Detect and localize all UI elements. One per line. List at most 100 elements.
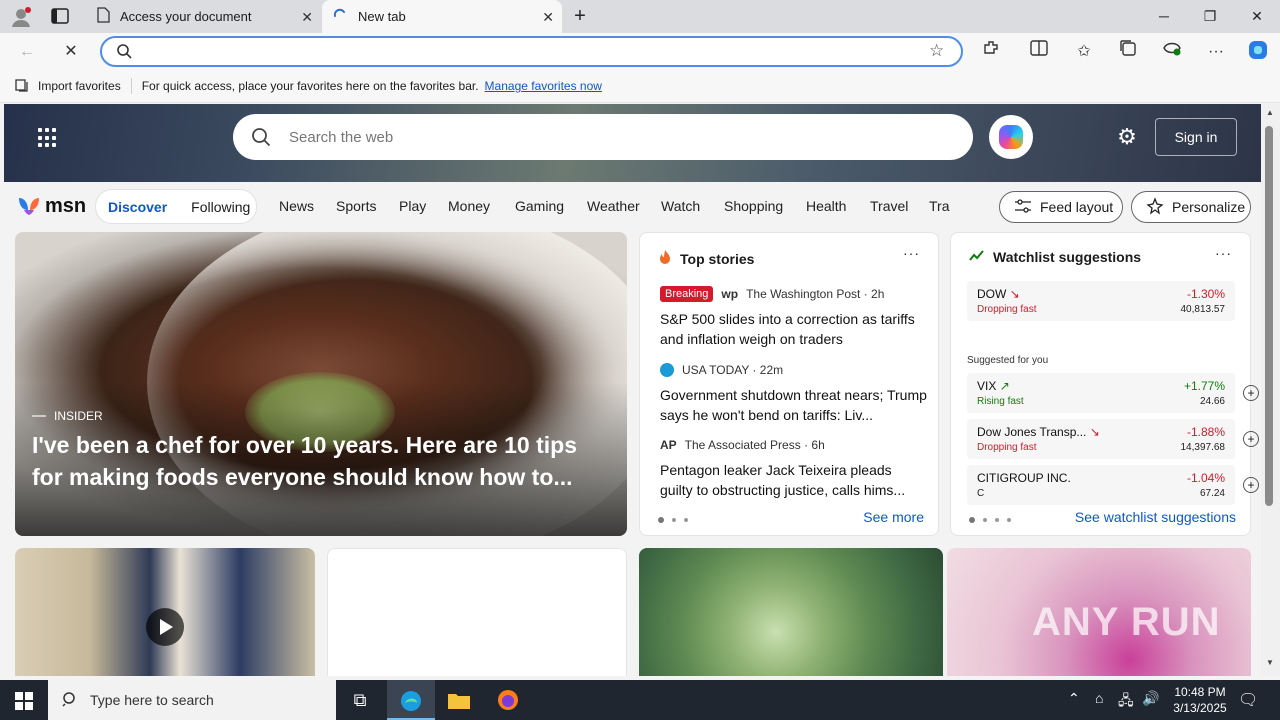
divider: [130, 78, 132, 94]
apps-grid-icon[interactable]: [38, 128, 58, 148]
trend-chart-icon: [969, 249, 985, 265]
story-title[interactable]: Pentagon leaker Jack Teixeira pleads gui…: [660, 460, 928, 500]
start-button[interactable]: [0, 680, 48, 720]
taskbar-search-placeholder: Type here to search: [90, 692, 214, 708]
browser-essentials-icon[interactable]: [1159, 39, 1185, 65]
scrollbar-thumb[interactable]: [1265, 126, 1273, 506]
tray-chevron-icon[interactable]: ⌃: [1068, 690, 1080, 707]
minimize-button[interactable]: ─: [1150, 4, 1178, 28]
favorite-star-icon[interactable]: ☆: [929, 41, 944, 61]
tab-actions-icon[interactable]: [51, 8, 69, 24]
story-item[interactable]: USA TODAY · 22m Government shutdown thre…: [660, 361, 928, 425]
clock[interactable]: 10:48 PM 3/13/2025: [1160, 684, 1240, 716]
nav-weather[interactable]: Weather: [587, 198, 640, 214]
nav-health[interactable]: Health: [806, 198, 846, 214]
play-icon[interactable]: [146, 608, 184, 646]
more-options-icon[interactable]: ···: [1215, 245, 1232, 261]
import-favorites-button[interactable]: Import favorites: [14, 78, 121, 95]
watchlist-row[interactable]: Dow Jones Transp... ↘ Dropping fast -1.8…: [967, 419, 1259, 459]
split-screen-icon[interactable]: [1026, 39, 1052, 65]
story-source: The Washington Post · 2h: [746, 287, 885, 301]
story-source: USA TODAY · 22m: [682, 363, 784, 377]
taskbar-search-box[interactable]: Type here to search: [48, 680, 336, 720]
carousel-dots[interactable]: [969, 517, 1011, 523]
collections-icon[interactable]: [1115, 39, 1141, 65]
top-stories-title: Top stories: [680, 250, 755, 267]
tab-access-document[interactable]: Access your document ✕: [86, 0, 321, 33]
close-tab-icon[interactable]: ✕: [301, 9, 313, 26]
nav-travel[interactable]: Travel: [870, 198, 908, 214]
nav-watch[interactable]: Watch: [661, 198, 700, 214]
msn-logo[interactable]: msn: [16, 192, 86, 220]
ticker-change: +1.77%: [1183, 379, 1225, 393]
feature-source: INSIDER: [32, 409, 103, 423]
watchlist-row[interactable]: DOW ↘ Dropping fast -1.30% 40,813.57: [967, 281, 1235, 321]
sign-in-button[interactable]: Sign in: [1155, 118, 1237, 156]
scroll-up-icon[interactable]: ▲: [1266, 108, 1274, 117]
tray-device-icon[interactable]: ⌂: [1095, 690, 1103, 706]
settings-gear-icon[interactable]: ⚙: [1114, 124, 1140, 150]
ap-logo-icon: AP: [660, 438, 677, 452]
close-tab-icon[interactable]: ✕: [542, 9, 554, 26]
restore-button[interactable]: ❐: [1196, 4, 1224, 28]
close-window-button[interactable]: ✕: [1243, 4, 1271, 28]
new-tab-button[interactable]: +: [570, 4, 590, 28]
see-watchlist-link[interactable]: See watchlist suggestions: [1075, 509, 1236, 525]
story-item[interactable]: Breaking wp The Washington Post · 2h S&P…: [660, 285, 928, 349]
watchlist-row[interactable]: VIX ↗ Rising fast +1.77% 24.66 +: [967, 373, 1259, 413]
ticker-price: 14,397.68: [1180, 442, 1226, 453]
nav-play[interactable]: Play: [399, 198, 426, 214]
cabbage-image-card[interactable]: [639, 548, 943, 676]
web-search-box[interactable]: Search the web: [233, 114, 973, 160]
favorites-icon[interactable]: ✩: [1071, 39, 1097, 65]
network-icon[interactable]: 🖧: [1118, 690, 1134, 714]
more-menu-icon[interactable]: ···: [1203, 39, 1229, 65]
copilot-icon[interactable]: [1245, 39, 1271, 65]
back-arrow-icon[interactable]: ←: [14, 39, 40, 65]
video-card[interactable]: [15, 548, 315, 676]
story-title[interactable]: S&P 500 slides into a correction as tari…: [660, 309, 928, 349]
extensions-icon[interactable]: [978, 39, 1004, 65]
add-to-watchlist-button[interactable]: +: [1243, 431, 1259, 447]
msn-butterfly-icon: [19, 198, 39, 215]
nav-money[interactable]: Money: [448, 198, 490, 214]
nav-gaming[interactable]: Gaming: [515, 198, 564, 214]
address-bar[interactable]: ☆: [100, 36, 963, 67]
profile-avatar[interactable]: [10, 6, 32, 28]
ticker-change: -1.88%: [1186, 425, 1225, 439]
vertical-scrollbar[interactable]: ▲ ▼: [1261, 104, 1280, 676]
volume-icon[interactable]: 🔊: [1142, 690, 1159, 707]
see-more-link[interactable]: See more: [863, 509, 924, 525]
add-to-watchlist-button[interactable]: +: [1243, 477, 1259, 493]
nav-sports[interactable]: Sports: [336, 198, 376, 214]
edge-taskbar-icon[interactable]: [387, 680, 435, 720]
pill-following[interactable]: Following: [179, 199, 262, 215]
watchlist-row[interactable]: CITIGROUP INC. C -1.04% 67.24 +: [967, 465, 1259, 505]
manage-favorites-link[interactable]: Manage favorites now: [485, 79, 602, 93]
ticker-change: -1.04%: [1186, 471, 1225, 485]
feed-layout-button[interactable]: Feed layout: [999, 191, 1123, 223]
file-explorer-icon[interactable]: [435, 680, 483, 720]
more-options-icon[interactable]: ···: [903, 245, 920, 261]
copilot-button[interactable]: [989, 115, 1033, 159]
washington-post-logo-icon: wp: [721, 287, 739, 301]
story-item[interactable]: AP The Associated Press · 6h Pentagon le…: [660, 436, 928, 500]
add-to-watchlist-button[interactable]: +: [1243, 385, 1259, 401]
nav-shopping[interactable]: Shopping: [724, 198, 783, 214]
nav-traffic[interactable]: Tra: [929, 198, 951, 214]
top-stories-card: Top stories ··· Breaking wp The Washingt…: [639, 232, 939, 536]
feature-headline[interactable]: I've been a chef for over 10 years. Here…: [32, 429, 612, 493]
task-view-icon[interactable]: ⧉: [336, 680, 384, 720]
nav-news[interactable]: News: [279, 198, 314, 214]
tab-new-tab[interactable]: New tab ✕: [322, 0, 562, 33]
scroll-down-icon[interactable]: ▼: [1266, 658, 1274, 667]
stop-loading-icon[interactable]: ✕: [58, 39, 84, 65]
personalize-button[interactable]: Personalize: [1131, 191, 1251, 223]
pill-discover[interactable]: Discover: [96, 199, 179, 215]
notifications-icon[interactable]: 🗨: [1238, 690, 1258, 710]
feature-story-card[interactable]: INSIDER I've been a chef for over 10 yea…: [15, 232, 627, 536]
feature-source-label: INSIDER: [54, 409, 103, 423]
carousel-dots[interactable]: [658, 517, 688, 523]
firefox-icon[interactable]: [484, 680, 532, 720]
story-title[interactable]: Government shutdown threat nears; Trump …: [660, 385, 928, 425]
